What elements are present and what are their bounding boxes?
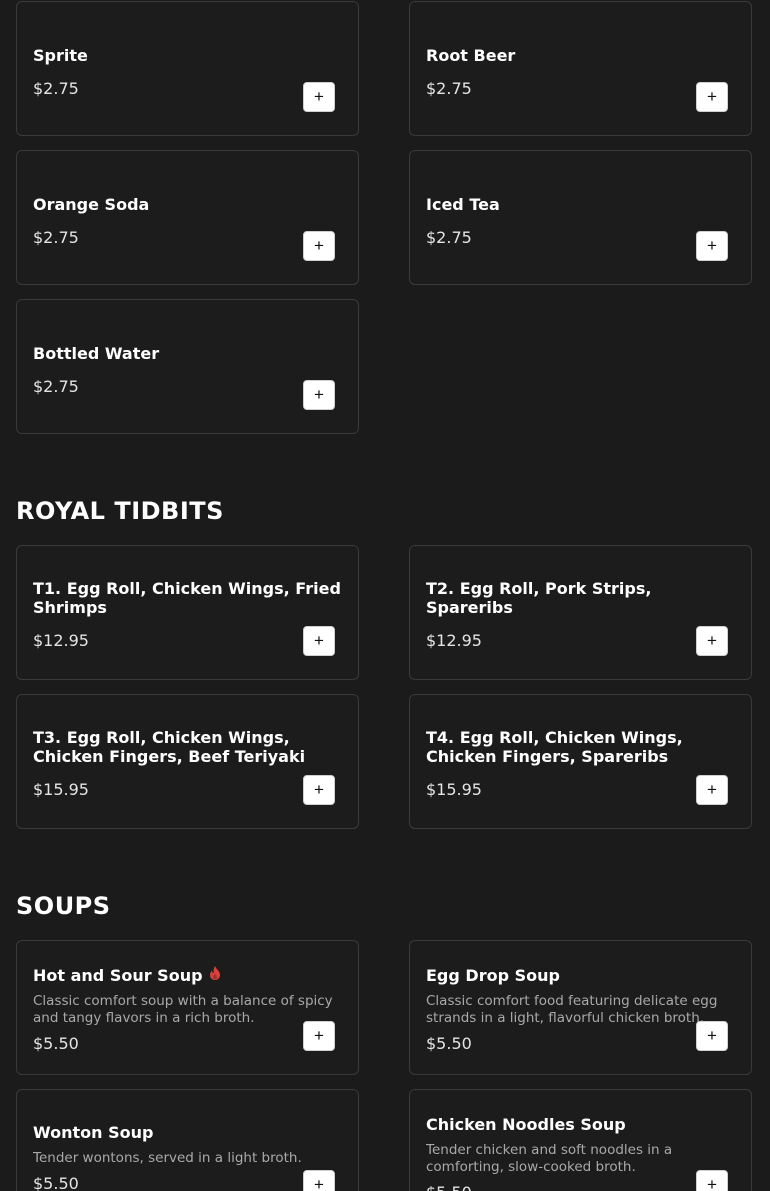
menu-item-card[interactable]: Sprite $2.75 + xyxy=(16,1,359,136)
add-to-cart-button[interactable]: + xyxy=(696,231,728,261)
menu-item-card[interactable]: T4. Egg Roll, Chicken Wings, Chicken Fin… xyxy=(409,694,752,829)
menu-item-card[interactable]: T1. Egg Roll, Chicken Wings, Fried Shrim… xyxy=(16,545,359,680)
item-price: $2.75 xyxy=(426,228,472,247)
item-name: T1. Egg Roll, Chicken Wings, Fried Shrim… xyxy=(33,579,341,617)
menu-item-card[interactable]: T3. Egg Roll, Chicken Wings, Chicken Fin… xyxy=(16,694,359,829)
add-to-cart-button[interactable]: + xyxy=(696,775,728,805)
item-description: Classic comfort food featuring delicate … xyxy=(426,993,718,1026)
spicy-flame-icon xyxy=(209,965,221,984)
menu-item-card[interactable]: Orange Soda $2.75 + xyxy=(16,150,359,285)
item-price: $2.75 xyxy=(33,79,79,98)
item-price: $2.75 xyxy=(426,79,472,98)
item-name: T2. Egg Roll, Pork Strips, Spareribs xyxy=(426,579,652,617)
add-to-cart-button[interactable]: + xyxy=(303,1021,335,1051)
menu-item-card[interactable]: Chicken Noodles Soup Tender chicken and … xyxy=(409,1089,752,1191)
item-price: $2.75 xyxy=(33,377,79,396)
item-name: Bottled Water xyxy=(33,344,160,363)
item-price: $5.50 xyxy=(426,1183,472,1191)
item-name: Orange Soda xyxy=(33,195,150,214)
item-description: Tender wontons, served in a light broth. xyxy=(33,1150,302,1166)
item-price: $2.75 xyxy=(33,228,79,247)
item-name: Wonton Soup xyxy=(33,1123,154,1142)
item-name: T4. Egg Roll, Chicken Wings, Chicken Fin… xyxy=(426,728,683,766)
menu-page: Sprite $2.75 + Root Beer $2.75 + Orange … xyxy=(0,0,770,1191)
menu-item-card[interactable]: Egg Drop Soup Classic comfort food featu… xyxy=(409,940,752,1075)
item-name: T3. Egg Roll, Chicken Wings, Chicken Fin… xyxy=(33,728,306,766)
add-to-cart-button[interactable]: + xyxy=(696,1021,728,1051)
item-name: Root Beer xyxy=(426,46,516,65)
add-to-cart-button[interactable]: + xyxy=(303,775,335,805)
add-to-cart-button[interactable]: + xyxy=(696,82,728,112)
section-title-royal-tidbits: ROYAL TIDBITS xyxy=(16,497,224,525)
item-name: Sprite xyxy=(33,46,88,65)
item-name: Egg Drop Soup xyxy=(426,966,560,985)
item-price: $5.50 xyxy=(426,1034,472,1053)
item-name: Iced Tea xyxy=(426,195,500,214)
item-name-row: Hot and Sour Soup xyxy=(33,965,344,985)
item-name: Hot and Sour Soup xyxy=(33,966,203,985)
item-name: Chicken Noodles Soup xyxy=(426,1115,626,1134)
item-price: $5.50 xyxy=(33,1174,79,1191)
add-to-cart-button[interactable]: + xyxy=(303,626,335,656)
add-to-cart-button[interactable]: + xyxy=(696,1170,728,1191)
section-title-soups: SOUPS xyxy=(16,892,111,920)
add-to-cart-button[interactable]: + xyxy=(303,231,335,261)
menu-item-card[interactable]: T2. Egg Roll, Pork Strips, Spareribs $12… xyxy=(409,545,752,680)
item-price: $12.95 xyxy=(426,631,482,650)
menu-item-card[interactable]: Iced Tea $2.75 + xyxy=(409,150,752,285)
add-to-cart-button[interactable]: + xyxy=(303,1170,335,1191)
item-price: $15.95 xyxy=(426,780,482,799)
item-price: $5.50 xyxy=(33,1034,79,1053)
add-to-cart-button[interactable]: + xyxy=(303,82,335,112)
menu-item-card[interactable]: Wonton Soup Tender wontons, served in a … xyxy=(16,1089,359,1191)
item-description: Tender chicken and soft noodles in a com… xyxy=(426,1142,673,1175)
item-description: Classic comfort soup with a balance of s… xyxy=(33,993,333,1026)
menu-item-card[interactable]: Hot and Sour Soup Classic comfort soup w… xyxy=(16,940,359,1075)
add-to-cart-button[interactable]: + xyxy=(696,626,728,656)
add-to-cart-button[interactable]: + xyxy=(303,380,335,410)
menu-item-card[interactable]: Root Beer $2.75 + xyxy=(409,1,752,136)
item-price: $12.95 xyxy=(33,631,89,650)
menu-item-card[interactable]: Bottled Water $2.75 + xyxy=(16,299,359,434)
item-price: $15.95 xyxy=(33,780,89,799)
